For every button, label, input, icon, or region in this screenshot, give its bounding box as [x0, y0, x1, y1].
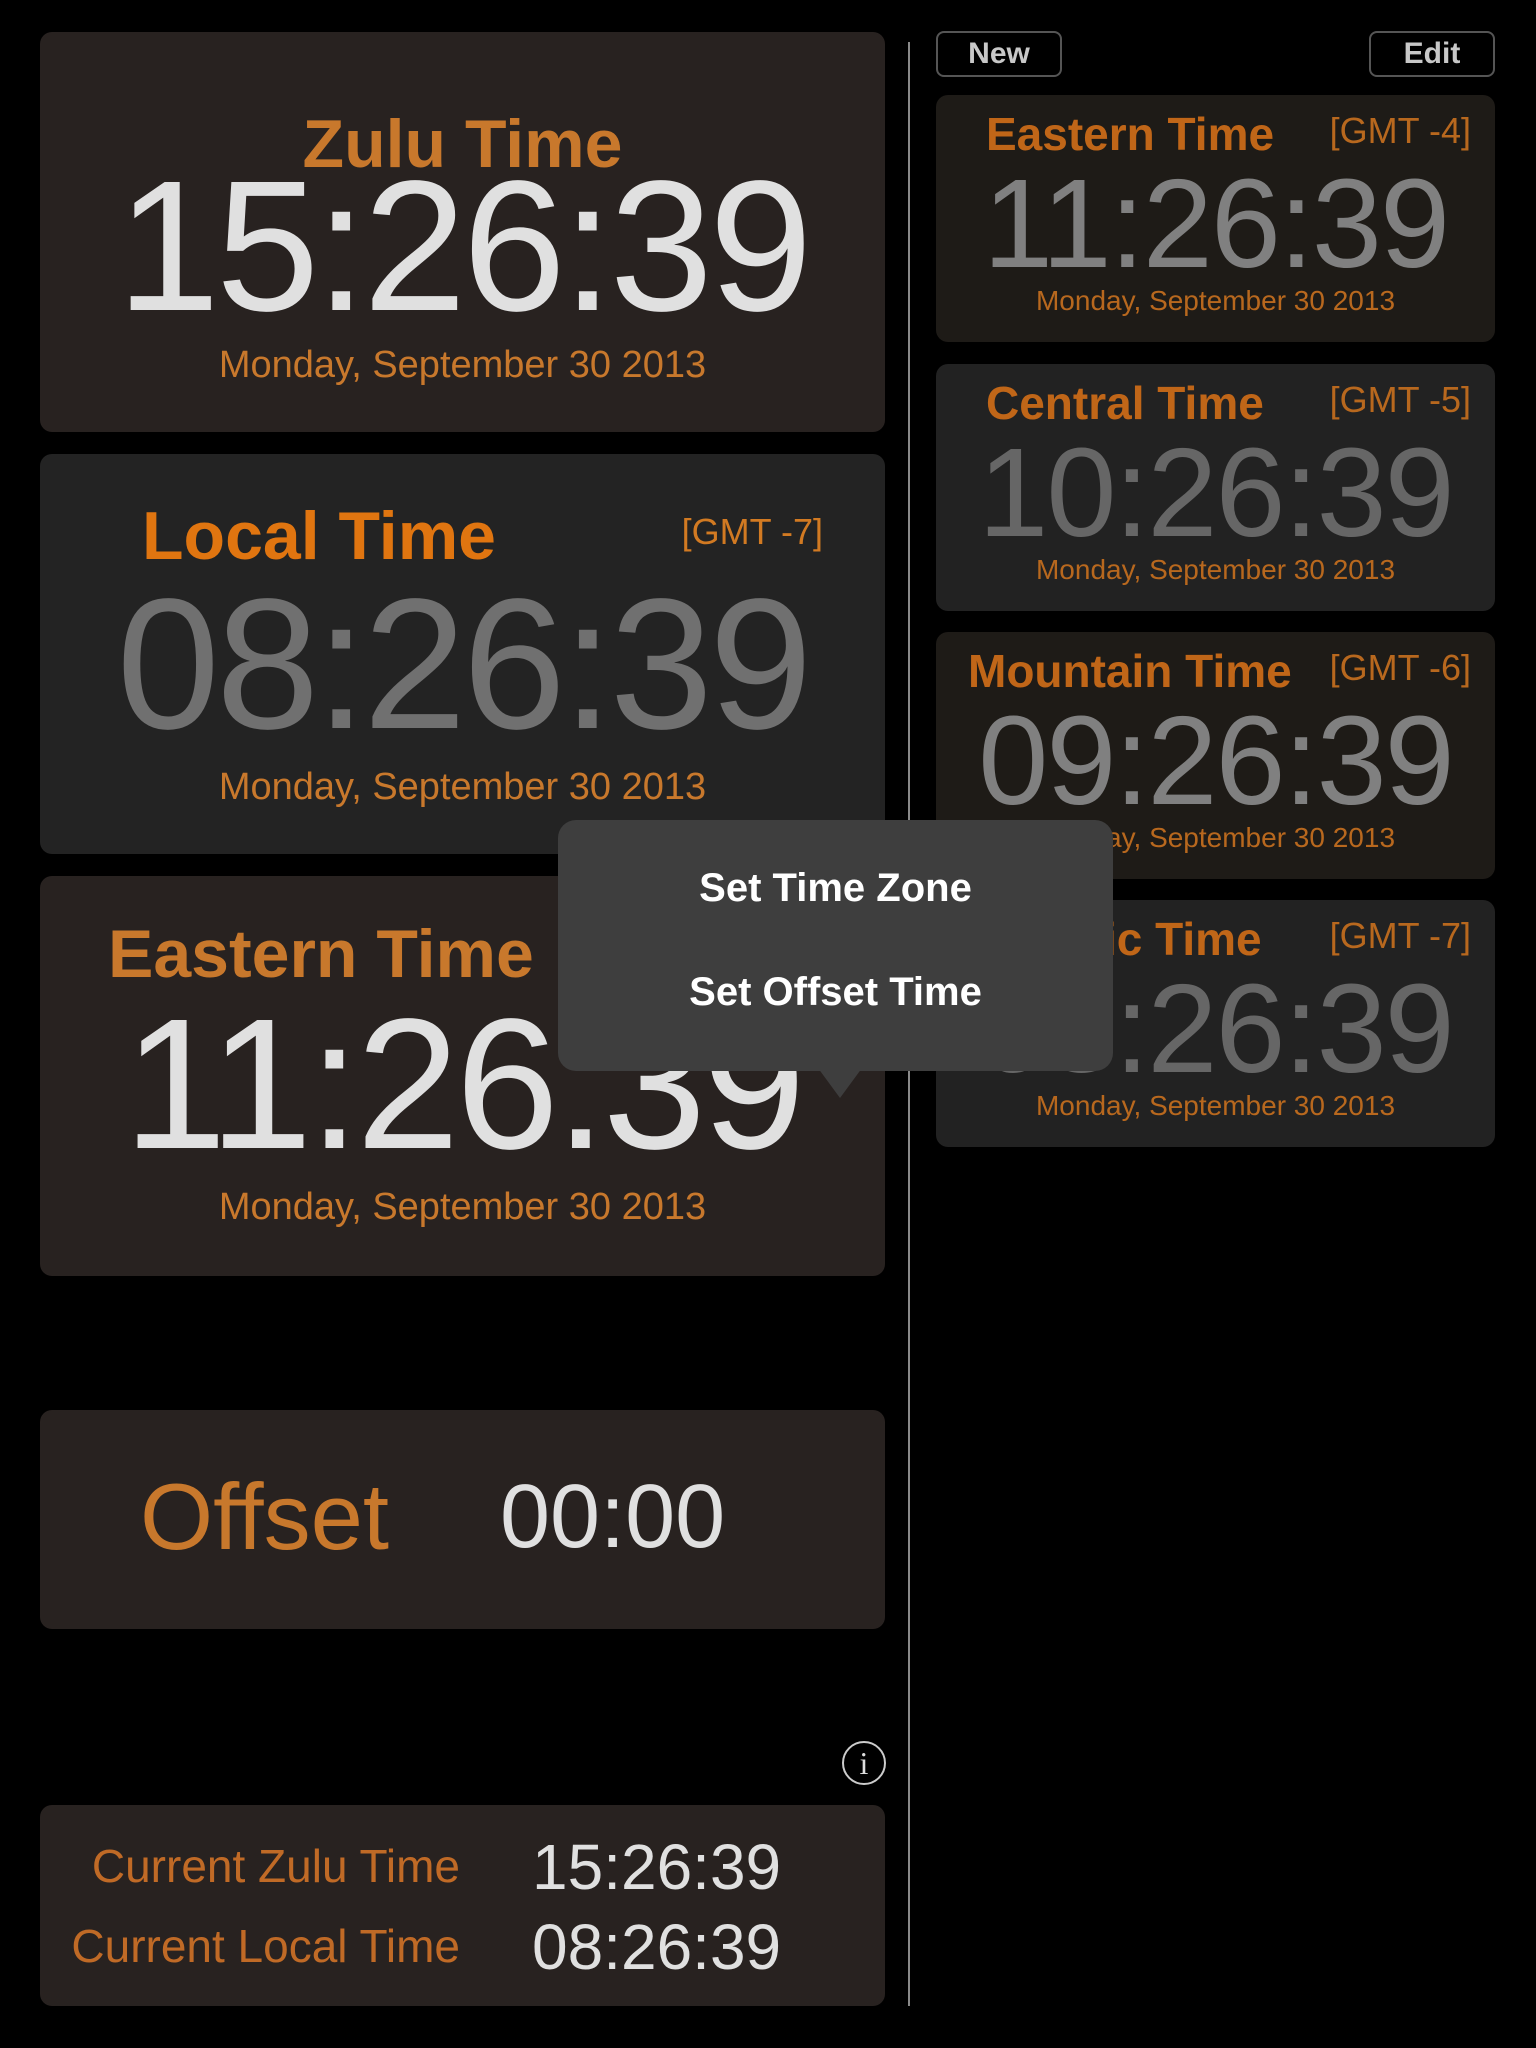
clock-time: 08:26:39 [116, 561, 812, 768]
clock-options-popover: Set Time Zone Set Offset Time [558, 820, 1113, 1071]
zone-time: 10:26:39 [978, 422, 1454, 563]
clock-title: Eastern Time [108, 916, 534, 992]
zone-gmt: [GMT -4] [1329, 110, 1471, 151]
zone-date: Monday, September 30 2013 [1035, 1090, 1396, 1121]
zone-title: Mountain Time [968, 645, 1292, 697]
local-clock-card[interactable]: Local Time [GMT -7] 08:26:39 Monday, Sep… [40, 454, 885, 854]
set-time-zone-menu-item[interactable]: Set Time Zone [558, 868, 1113, 908]
zone-gmt: [GMT -5] [1329, 379, 1471, 420]
popover-arrow [818, 1068, 862, 1098]
clock-date: Monday, September 30 2013 [218, 766, 707, 808]
clock-time: 15:26:39 [116, 143, 812, 350]
current-local-label: Current Local Time [71, 1920, 460, 1972]
zone-title: Central Time [986, 377, 1264, 429]
current-local-value: 08:26:39 [532, 1911, 782, 1983]
current-zulu-label: Current Zulu Time [91, 1840, 460, 1892]
zone-card-eastern[interactable]: Eastern Time [GMT -4] 11:26:39 Monday, S… [936, 95, 1495, 342]
offset-card[interactable]: Offset 00:00 [40, 1410, 885, 1629]
clock-date: Monday, September 30 2013 [218, 1186, 707, 1228]
zone-title: Eastern Time [986, 108, 1275, 160]
edit-button[interactable]: Edit [1369, 31, 1495, 77]
zone-date: Monday, September 30 2013 [1035, 285, 1396, 316]
zone-gmt: [GMT -6] [1329, 647, 1471, 688]
current-time-card: Current Zulu Time 15:26:39 Current Local… [40, 1805, 885, 2006]
zone-time: 09:26:39 [978, 690, 1454, 831]
zone-gmt: [GMT -7] [1329, 915, 1471, 956]
clock-date: Monday, September 30 2013 [218, 344, 707, 386]
zone-time: 11:26:39 [982, 153, 1450, 294]
info-icon[interactable]: i [842, 1741, 886, 1785]
offset-label: Offset [140, 1464, 390, 1569]
offset-value: 00:00 [500, 1467, 726, 1567]
clock-gmt-offset: [GMT -7] [681, 511, 823, 552]
clock-title: Local Time [142, 498, 496, 574]
current-zulu-value: 15:26:39 [532, 1831, 782, 1903]
zulu-clock-card[interactable]: Zulu Time 15:26:39 Monday, September 30 … [40, 32, 885, 432]
set-offset-time-menu-item[interactable]: Set Offset Time [558, 972, 1113, 1012]
zone-card-central[interactable]: Central Time [GMT -5] 10:26:39 Monday, S… [936, 364, 1495, 611]
zone-date: Monday, September 30 2013 [1035, 554, 1396, 585]
new-button[interactable]: New [936, 31, 1062, 77]
